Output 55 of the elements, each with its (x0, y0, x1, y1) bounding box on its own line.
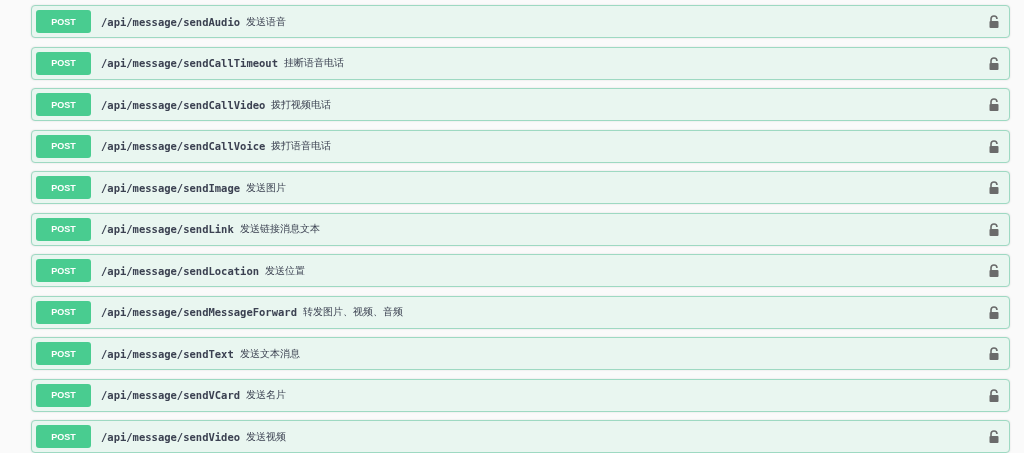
method-badge: POST (36, 176, 91, 199)
operation-row[interactable]: POST /api/message/sendLink 发送链接消息文本 (31, 212, 1010, 246)
method-badge: POST (36, 217, 91, 241)
method-badge: POST (36, 93, 91, 116)
lock-icon[interactable] (989, 388, 999, 402)
operation-row[interactable]: POST /api/message/sendVideo 发送视频 (31, 420, 1010, 453)
operation-row[interactable]: POST /api/message/sendImage 发送图片 (31, 171, 1010, 204)
operation-row[interactable]: POST /api/message/sendCallVoice 拨打语音电话 (31, 129, 1010, 163)
endpoint-path: /api/message/sendCallVoice (101, 140, 266, 152)
method-badge: POST (36, 425, 91, 448)
endpoint-summary: 发送图片 (246, 180, 288, 195)
lock-icon[interactable] (989, 139, 999, 153)
operation-row[interactable]: POST /api/message/sendCallTimeout 挂断语音电话 (31, 46, 1010, 80)
lock-icon[interactable] (989, 430, 999, 443)
endpoint-summary: 发送名片 (246, 388, 288, 402)
endpoint-summary: 挂断语音电话 (284, 56, 345, 70)
endpoint-path: /api/message/sendVideo (101, 430, 241, 443)
operation-row[interactable]: POST /api/message/sendVCard 发送名片 (31, 378, 1010, 412)
method-badge: POST (36, 300, 91, 324)
endpoint-path: /api/message/sendCallTimeout (101, 57, 278, 69)
endpoint-path: /api/message/sendText (101, 347, 234, 360)
lock-icon[interactable] (989, 222, 999, 236)
operation-row[interactable]: POST /api/message/sendMessageForward 转发图片、视频、音频 (31, 295, 1010, 329)
lock-icon[interactable] (989, 15, 999, 28)
lock-icon[interactable] (989, 305, 999, 319)
operation-row[interactable]: POST /api/message/sendText 发送文本消息 (31, 337, 1010, 370)
method-badge: POST (36, 51, 91, 75)
endpoint-path: /api/message/sendLink (101, 223, 234, 235)
endpoint-summary: 发送链接消息文本 (239, 222, 321, 236)
lock-icon[interactable] (989, 98, 999, 111)
lock-icon[interactable] (989, 264, 999, 277)
lock-icon[interactable] (989, 56, 999, 70)
endpoint-path: /api/message/sendAudio (101, 15, 241, 28)
endpoint-summary: 发送语音 (246, 14, 288, 29)
endpoint-summary: 发送文本消息 (239, 346, 301, 361)
endpoint-path: /api/message/sendCallVideo (101, 98, 266, 111)
method-badge: POST (36, 10, 91, 33)
endpoint-path: /api/message/sendLocation (101, 264, 260, 277)
endpoint-path: /api/message/sendMessageForward (101, 306, 297, 318)
operation-row[interactable]: POST /api/message/sendLocation 发送位置 (31, 254, 1010, 287)
lock-icon[interactable] (989, 181, 999, 194)
endpoint-path: /api/message/sendImage (101, 181, 241, 194)
endpoint-summary: 拨打视频电话 (271, 97, 333, 112)
endpoint-summary: 发送位置 (265, 263, 307, 278)
method-badge: POST (36, 342, 91, 365)
endpoint-summary: 转发图片、视频、音频 (302, 305, 404, 319)
method-badge: POST (36, 383, 91, 407)
endpoint-summary: 发送视频 (246, 429, 288, 444)
operation-row[interactable]: POST /api/message/sendCallVideo 拨打视频电话 (31, 88, 1010, 121)
method-badge: POST (36, 259, 91, 282)
lock-icon[interactable] (989, 347, 999, 360)
endpoint-summary: 拨打语音电话 (271, 139, 333, 153)
operation-row[interactable]: POST /api/message/sendAudio 发送语音 (31, 5, 1010, 38)
method-badge: POST (36, 134, 91, 158)
endpoint-path: /api/message/sendVCard (101, 389, 241, 401)
